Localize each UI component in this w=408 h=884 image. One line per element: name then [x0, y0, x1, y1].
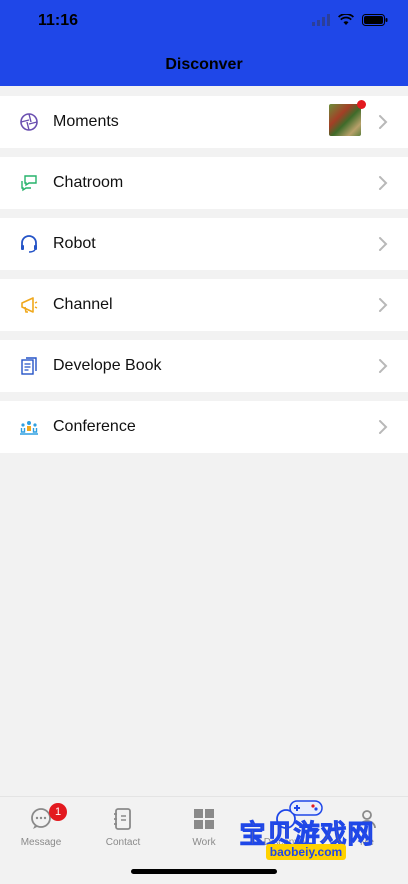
- list-item-robot[interactable]: Robot: [0, 218, 408, 270]
- channel-icon: [21, 297, 38, 313]
- wifi-icon: [338, 14, 354, 25]
- watermark-url: baobeiy.com: [266, 844, 346, 860]
- page-title: Disconver: [165, 56, 243, 73]
- unread-dot: [357, 100, 366, 109]
- list-item-develope-book[interactable]: Develope Book: [0, 340, 408, 392]
- moments-thumbnail: [329, 104, 361, 136]
- list-item-label: Moments: [53, 113, 119, 130]
- chevron-right-icon: [379, 298, 388, 312]
- discover-list: Moments Chatroom Robot Channel Develope …: [0, 96, 408, 462]
- conference-icon: [20, 421, 38, 435]
- list-item-moments[interactable]: Moments: [0, 96, 408, 148]
- chevron-right-icon: [379, 176, 388, 190]
- chevron-right-icon: [379, 237, 388, 251]
- chevron-right-icon: [379, 420, 388, 434]
- list-item-channel[interactable]: Channel: [0, 279, 408, 331]
- navigation-header: 11:16 Disconver: [0, 0, 408, 86]
- chevron-right-icon: [379, 359, 388, 373]
- list-item-label: Conference: [53, 418, 136, 435]
- tab-label: Message: [20, 837, 62, 848]
- unread-badge: 1: [49, 803, 67, 821]
- list-item-label: Chatroom: [53, 174, 124, 191]
- list-item-label: Channel: [53, 296, 113, 313]
- status-icons: [312, 14, 388, 26]
- robot-icon: [21, 235, 37, 253]
- tab-label: Contact: [105, 837, 141, 848]
- battery-icon: [362, 14, 388, 26]
- book-icon: [21, 357, 37, 375]
- signal-icon: [312, 14, 330, 26]
- watermark: 宝贝游戏网 baobeiy.com: [232, 798, 382, 864]
- contact-book-icon: [114, 808, 131, 830]
- list-item-label: Develope Book: [53, 357, 162, 374]
- list-item-chatroom[interactable]: Chatroom: [0, 157, 408, 209]
- tab-message[interactable]: 1 Message: [0, 803, 82, 848]
- grid-icon: [194, 809, 214, 829]
- moments-icon: [20, 113, 38, 131]
- home-indicator: [131, 869, 277, 874]
- list-item-conference[interactable]: Conference: [0, 401, 408, 453]
- tab-contact[interactable]: Contact: [82, 807, 164, 848]
- chevron-right-icon: [379, 115, 388, 129]
- list-item-label: Robot: [53, 235, 96, 252]
- chatroom-icon: [21, 175, 37, 192]
- status-time: 11:16: [38, 12, 79, 29]
